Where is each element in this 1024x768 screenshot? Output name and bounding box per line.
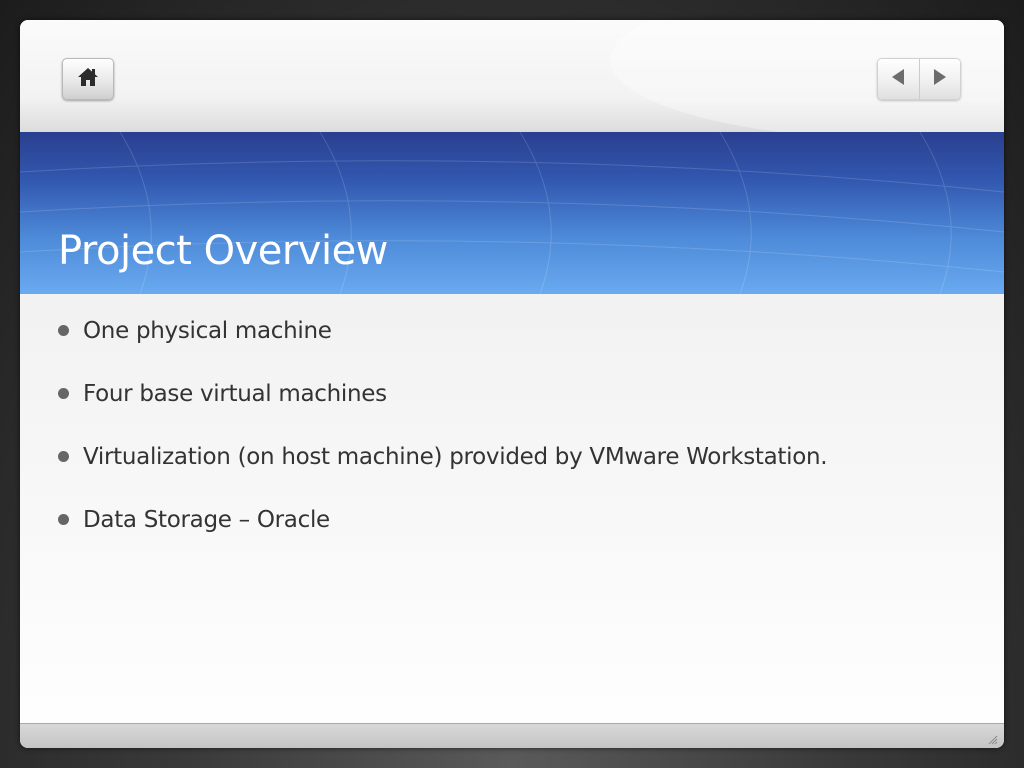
- bullet-icon: [58, 514, 69, 525]
- resize-grip-icon[interactable]: [986, 732, 998, 745]
- slide-title: Project Overview: [58, 228, 388, 274]
- list-item: Data Storage – Oracle: [58, 507, 827, 570]
- bullet-text: Virtualization (on host machine) provide…: [83, 444, 828, 470]
- bullet-text: One physical machine: [83, 318, 332, 344]
- bottom-status-bar: [20, 723, 1004, 748]
- bullet-text: Data Storage – Oracle: [83, 507, 330, 533]
- next-slide-button[interactable]: [918, 59, 960, 99]
- home-button[interactable]: [62, 58, 114, 100]
- list-item: Four base virtual machines: [58, 381, 827, 444]
- bullet-icon: [58, 388, 69, 399]
- bullet-icon: [58, 325, 69, 336]
- previous-slide-button[interactable]: [878, 59, 919, 99]
- right-arrow-icon: [932, 68, 948, 91]
- bullet-list: One physical machine Four base virtual m…: [58, 318, 828, 570]
- bullet-icon: [58, 451, 69, 462]
- top-toolbar: [20, 20, 1004, 140]
- title-band: Project Overview: [20, 132, 1004, 294]
- home-icon: [77, 67, 99, 92]
- bullet-text: Four base virtual machines: [83, 381, 387, 407]
- slide: Project Overview One physical machine Fo…: [20, 20, 1004, 748]
- slide-navigation: [877, 58, 961, 100]
- list-item: One physical machine: [58, 318, 827, 381]
- list-item: Virtualization (on host machine) provide…: [58, 444, 828, 507]
- left-arrow-icon: [890, 68, 906, 91]
